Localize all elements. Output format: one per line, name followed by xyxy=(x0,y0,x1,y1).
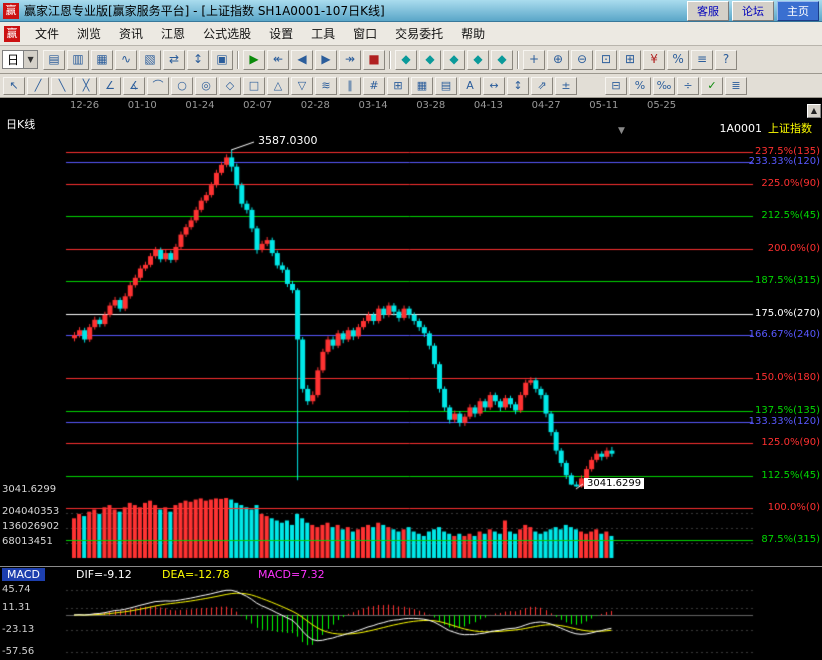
plus-minus-icon[interactable]: ± xyxy=(555,77,577,95)
cycle-ring-icon[interactable]: ◎ xyxy=(195,77,217,95)
permille-tool-icon[interactable]: ‰ xyxy=(653,77,675,95)
angle-tool-icon[interactable]: ∠ xyxy=(99,77,121,95)
toolbar-separator xyxy=(389,51,391,69)
percent-tool-icon[interactable]: % xyxy=(629,77,651,95)
menu-item-2[interactable]: 资讯 xyxy=(110,23,152,44)
first-bar-icon[interactable]: ↞ xyxy=(267,50,289,70)
hline-tool-icon[interactable]: ↔ xyxy=(483,77,505,95)
snapshot-icon[interactable]: ▣ xyxy=(211,50,233,70)
help-icon[interactable]: ? xyxy=(715,50,737,70)
kline-chart-canvas[interactable] xyxy=(0,98,822,660)
stop-icon[interactable]: ■ xyxy=(363,50,385,70)
crosshair-icon[interactable]: + xyxy=(523,50,545,70)
gann-fan-icon[interactable]: ◆ xyxy=(419,50,441,70)
region-stat-icon[interactable]: ⊡ xyxy=(595,50,617,70)
titlebar-button-2[interactable]: 主页 xyxy=(777,1,819,21)
menu-bar: 赢 文件浏览资讯江恩公式选股设置工具窗口交易委托帮助 xyxy=(0,22,822,46)
levels-icon[interactable]: ≣ xyxy=(725,77,747,95)
cross-lines-icon[interactable]: ╳ xyxy=(75,77,97,95)
titlebar-button-1[interactable]: 论坛 xyxy=(732,1,774,21)
play-icon[interactable]: ▶ xyxy=(243,50,265,70)
title-buttons: 客服论坛主页 xyxy=(684,1,819,21)
text-tool-icon[interactable]: A xyxy=(459,77,481,95)
list-icon[interactable]: ≡ xyxy=(691,50,713,70)
arc-tool-icon[interactable]: ⌒ xyxy=(147,77,169,95)
toolbar-row-2: ↖╱╲╳∠∡⌒○◎◇□△▽≋∥#⊞▦▤A↔↕⇗± ⊟%‰÷✓≣ xyxy=(0,74,822,98)
menu-item-7[interactable]: 窗口 xyxy=(344,23,386,44)
grid-icon[interactable]: ⊞ xyxy=(619,50,641,70)
toolbar-row-1: 日 ▼ ▤▥▦∿▧⇄↕▣▶↞◀▶↠■◆◆◆◆◆+⊕⊖⊡⊞¥%≡? xyxy=(0,46,822,74)
prev-bar-icon[interactable]: ◀ xyxy=(291,50,313,70)
chart-area: 日K线 1A0001上证指数 3587.0300 3041.6299 ▼ ▲ M… xyxy=(0,98,822,660)
fund-icon[interactable]: ¥ xyxy=(643,50,665,70)
toolbar-separator xyxy=(517,51,519,69)
trendline-up-icon[interactable]: ╱ xyxy=(27,77,49,95)
switch-period-icon[interactable]: ⇄ xyxy=(163,50,185,70)
grid-tool-icon[interactable]: # xyxy=(363,77,385,95)
menu-item-0[interactable]: 文件 xyxy=(26,23,68,44)
chevron-down-icon[interactable]: ▼ xyxy=(23,51,37,68)
circle-tool-icon[interactable]: ○ xyxy=(171,77,193,95)
square-grid-icon[interactable]: ⊞ xyxy=(387,77,409,95)
scale-icon[interactable]: ↕ xyxy=(187,50,209,70)
menu-item-5[interactable]: 设置 xyxy=(260,23,302,44)
area-chart-icon[interactable]: ▧ xyxy=(139,50,161,70)
line-chart-icon[interactable]: ∿ xyxy=(115,50,137,70)
panel-layout-icon[interactable]: ▥ xyxy=(67,50,89,70)
wave-tool-icon[interactable]: ≋ xyxy=(315,77,337,95)
gann-angle-icon[interactable]: ∡ xyxy=(123,77,145,95)
toolbar-separator xyxy=(237,51,239,69)
app-logo-icon: 赢 xyxy=(3,3,19,19)
divide-tool-icon[interactable]: ÷ xyxy=(677,77,699,95)
period-selector[interactable]: 日 ▼ xyxy=(2,50,38,69)
rhombus-tool-icon[interactable]: ◇ xyxy=(219,77,241,95)
menu-item-3[interactable]: 江恩 xyxy=(152,23,194,44)
parallel-lines-icon[interactable]: ∥ xyxy=(339,77,361,95)
menu-logo-icon: 赢 xyxy=(4,26,20,42)
menu-item-1[interactable]: 浏览 xyxy=(68,23,110,44)
window-split-icon[interactable]: ⊟ xyxy=(605,77,627,95)
triangle-down-icon[interactable]: ▽ xyxy=(291,77,313,95)
rect-tool-icon[interactable]: □ xyxy=(243,77,265,95)
vline-tool-icon[interactable]: ↕ xyxy=(507,77,529,95)
price-grid-icon[interactable]: ▤ xyxy=(435,77,457,95)
last-bar-icon[interactable]: ↠ xyxy=(339,50,361,70)
gann-grid-icon[interactable]: ▦ xyxy=(411,77,433,95)
period-value: 日 xyxy=(3,51,23,68)
quote-table-icon[interactable]: ▦ xyxy=(91,50,113,70)
gann-cycle-icon[interactable]: ◆ xyxy=(491,50,513,70)
percent-icon[interactable]: % xyxy=(667,50,689,70)
macd-indicator-tab[interactable]: MACD xyxy=(2,568,45,581)
gann-wheel-icon[interactable]: ◆ xyxy=(467,50,489,70)
title-bar: 赢 赢家江恩专业版[赢家服务平台] - [上证指数 SH1A0001-107日K… xyxy=(0,0,822,22)
menu-item-9[interactable]: 帮助 xyxy=(452,23,494,44)
triangle-up-icon[interactable]: △ xyxy=(267,77,289,95)
confirm-icon[interactable]: ✓ xyxy=(701,77,723,95)
select-tool-icon[interactable]: ↖ xyxy=(3,77,25,95)
zoom-out-icon[interactable]: ⊖ xyxy=(571,50,593,70)
titlebar-button-0[interactable]: 客服 xyxy=(687,1,729,21)
gann-square-icon[interactable]: ◆ xyxy=(395,50,417,70)
menu-item-8[interactable]: 交易委托 xyxy=(386,23,452,44)
window-title: 赢家江恩专业版[赢家服务平台] - [上证指数 SH1A0001-107日K线] xyxy=(24,2,684,19)
menu-item-6[interactable]: 工具 xyxy=(302,23,344,44)
scroll-up-button[interactable]: ▲ xyxy=(807,104,821,118)
next-bar-icon[interactable]: ▶ xyxy=(315,50,337,70)
ray-tool-icon[interactable]: ⇗ xyxy=(531,77,553,95)
trendline-down-icon[interactable]: ╲ xyxy=(51,77,73,95)
gann-box-icon[interactable]: ◆ xyxy=(443,50,465,70)
menu-item-4[interactable]: 公式选股 xyxy=(194,23,260,44)
chart-list-icon[interactable]: ▤ xyxy=(43,50,65,70)
zoom-in-icon[interactable]: ⊕ xyxy=(547,50,569,70)
